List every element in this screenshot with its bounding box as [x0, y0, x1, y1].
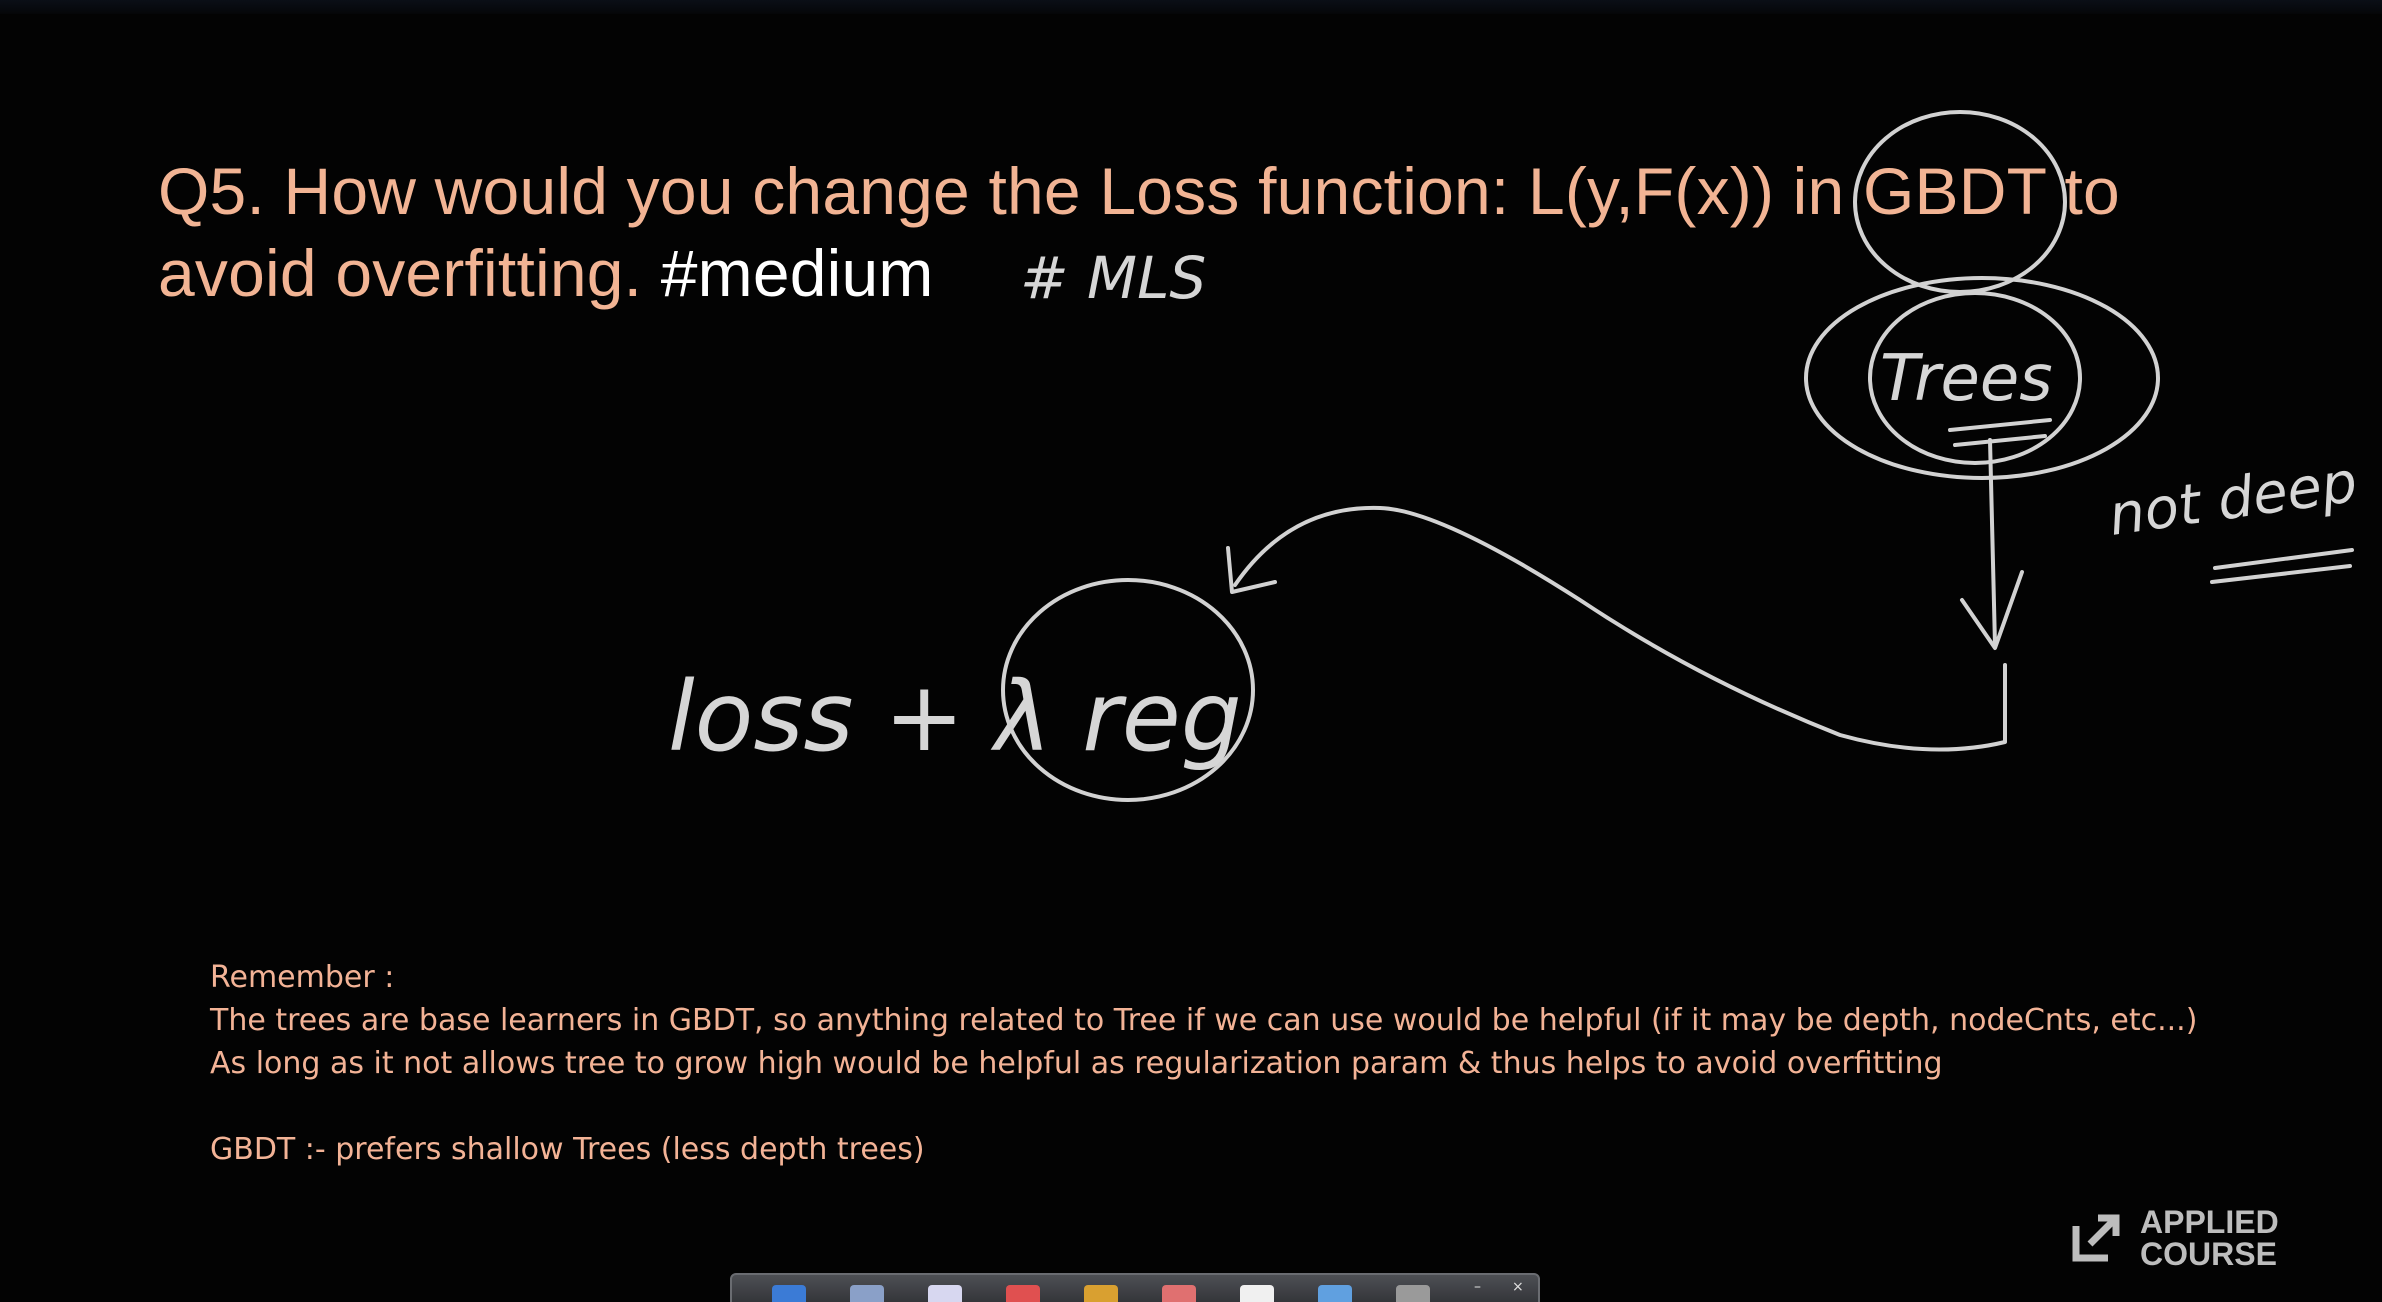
applied-course-logo: APPLIED COURSE — [2072, 1206, 2279, 1270]
shape-tool-icon[interactable] — [1162, 1285, 1196, 1302]
hashtag-mls-annotation: # MLS — [1020, 244, 1206, 312]
annotation-toolbar[interactable]: – × — [730, 1273, 1540, 1302]
curved-arrow-to-reg — [1233, 505, 2007, 752]
trees-annotation: Trees — [1880, 342, 2053, 416]
minimize-button[interactable]: – — [1474, 1279, 1481, 1295]
notes-line-1: The trees are base learners in GBDT, so … — [210, 1003, 2198, 1038]
marker-tool-icon[interactable] — [1006, 1285, 1040, 1302]
video-frame: Q5. How would you change the Loss functi… — [0, 0, 2382, 1302]
notes-heading: Remember : — [210, 960, 395, 995]
loss-formula-annotation: loss + λ reg — [668, 661, 1242, 773]
close-button[interactable]: × — [1512, 1279, 1524, 1295]
not-deep-underline — [2210, 548, 2354, 584]
logo-line-2: COURSE — [2140, 1236, 2277, 1272]
trees-underline — [1948, 418, 2052, 447]
highlighter-tool-icon[interactable] — [850, 1285, 884, 1302]
not-deep-annotation: not deep — [2105, 450, 2361, 549]
notes-spacer — [210, 1085, 2210, 1128]
whiteboard-tool-icon[interactable] — [1240, 1285, 1274, 1302]
logo-mark-icon — [2072, 1214, 2120, 1262]
settings-tool-icon[interactable] — [1396, 1285, 1430, 1302]
eraser-tool-icon[interactable] — [928, 1285, 962, 1302]
notes-line-3: GBDT :- prefers shallow Trees (less dept… — [210, 1132, 925, 1167]
pencil-tool-icon[interactable] — [1084, 1285, 1118, 1302]
pen-tool-icon[interactable] — [772, 1285, 806, 1302]
logo-line-1: APPLIED — [2140, 1204, 2279, 1240]
trees-down-arrow — [1960, 438, 2024, 650]
remember-notes: Remember : The trees are base learners i… — [210, 956, 2210, 1171]
notes-line-2: As long as it not allows tree to grow hi… — [210, 1046, 1943, 1081]
laser-tool-icon[interactable] — [1318, 1285, 1352, 1302]
gbdt-circle — [1853, 110, 2067, 294]
logo-text: APPLIED COURSE — [2140, 1206, 2279, 1270]
